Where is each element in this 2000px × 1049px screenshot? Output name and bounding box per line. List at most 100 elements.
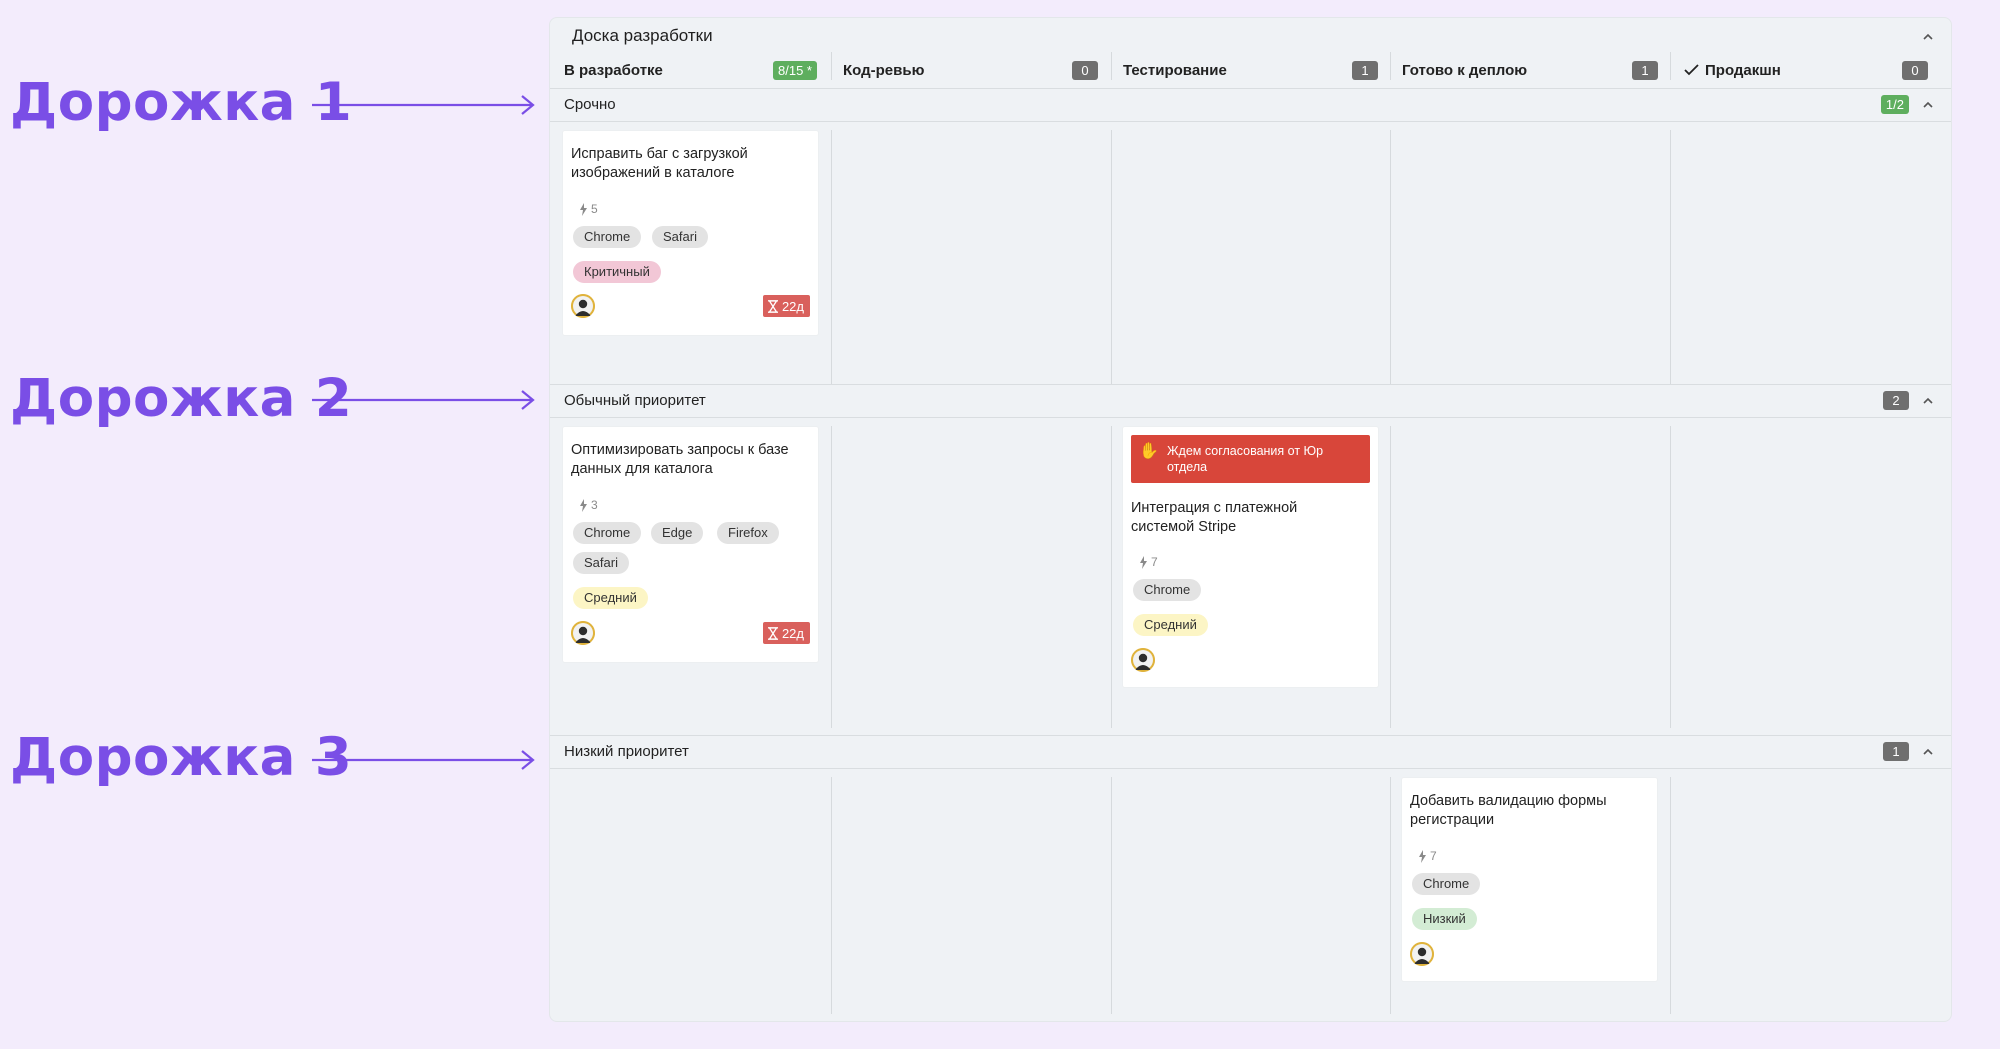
swimlane-wip-badge: 1/2: [1880, 95, 1909, 114]
column-production[interactable]: Продакшн 0: [1684, 55, 1940, 85]
story-points-value: 3: [591, 498, 598, 512]
task-card[interactable]: Добавить валидацию формы регистрации 7 C…: [1402, 778, 1657, 981]
column-divider: [1390, 777, 1391, 1014]
swimlane-low: Низкий приоритет 1 Добавить валидацию фо…: [550, 735, 1951, 1022]
browser-tag: Firefox: [717, 522, 779, 544]
column-name: Готово к деплою: [1402, 61, 1528, 79]
task-card[interactable]: Оптимизировать запросы к базе данных для…: [563, 427, 818, 662]
browser-tag: Chrome: [1412, 873, 1481, 895]
age-badge: 22д: [762, 622, 810, 644]
board-header: Доска разработки В разработке 8/15 * Код…: [550, 18, 1951, 88]
swimlane-urgent: Срочно 1/2 Исправить баг с загрузкой изо…: [550, 88, 1951, 393]
browser-tag: Chrome: [573, 522, 642, 544]
story-points-value: 7: [1151, 555, 1158, 569]
collapse-lane-chevron-up-icon[interactable]: [1921, 745, 1935, 759]
column-divider: [1111, 777, 1112, 1014]
story-points-value: 5: [591, 202, 598, 216]
swimlane-normal: Обычный приоритет 2 Оптимизировать запро…: [550, 384, 1951, 736]
swimlane-header[interactable]: Срочно 1/2: [550, 89, 1951, 122]
swimlane-title: Низкий приоритет: [564, 743, 689, 760]
kanban-board: Доска разработки В разработке 8/15 * Код…: [549, 17, 1952, 1022]
column-name: В разработке: [564, 61, 663, 79]
wip-limit-badge: 8/15 *: [773, 61, 817, 80]
annotation-lane-1: Дорожка 1: [10, 72, 353, 133]
count-badge: 1: [1352, 61, 1378, 80]
collapse-lane-chevron-up-icon[interactable]: [1921, 394, 1935, 408]
card-title: Исправить баг с загрузкой изображений в …: [571, 146, 748, 181]
lightning-icon: [580, 498, 587, 512]
arrow-lane-2: [312, 390, 535, 410]
story-points: 7: [1139, 555, 1158, 569]
assignee-avatar[interactable]: [571, 621, 595, 645]
lightning-icon: [1419, 849, 1426, 863]
priority-tag: Средний: [573, 587, 648, 609]
swimlane-body: Добавить валидацию формы регистрации 7 C…: [550, 769, 1951, 1022]
story-points-value: 7: [1430, 849, 1437, 863]
column-divider: [1390, 130, 1391, 385]
swimlane-count-badge: 2: [1883, 391, 1909, 410]
priority-tag: Низкий: [1412, 908, 1477, 930]
column-name: Тестирование: [1123, 61, 1227, 79]
blocked-reason: Ждем согласования от Юр отдела: [1167, 444, 1324, 474]
swimlane-title: Обычный приоритет: [564, 392, 706, 409]
column-divider: [831, 426, 832, 728]
collapse-board-chevron-up-icon[interactable]: [1921, 30, 1935, 44]
arrow-lane-1: [312, 95, 535, 115]
column-divider: [1390, 52, 1391, 80]
swimlane-header[interactable]: Низкий приоритет 1: [550, 736, 1951, 769]
column-divider: [1670, 426, 1671, 728]
column-divider: [1111, 52, 1112, 80]
count-badge: 0: [1072, 61, 1098, 80]
age-value: 22д: [781, 625, 804, 641]
priority-tag: Критичный: [573, 261, 661, 283]
column-code-review[interactable]: Код-ревью 0: [843, 55, 1110, 85]
swimlane-count-badge: 1: [1883, 742, 1909, 761]
column-in-progress[interactable]: В разработке 8/15 *: [564, 55, 829, 85]
column-divider: [1670, 52, 1671, 80]
assignee-avatar[interactable]: [1410, 942, 1434, 966]
lightning-icon: [580, 202, 587, 216]
story-points: 7: [1418, 849, 1437, 863]
check-icon: [1684, 64, 1699, 76]
column-divider: [1111, 130, 1112, 385]
swimlane-title: Срочно: [564, 96, 616, 113]
browser-tag: Safari: [573, 552, 629, 574]
column-ready-to-deploy[interactable]: Готово к деплою 1: [1402, 55, 1670, 85]
priority-tag: Средний: [1133, 614, 1208, 636]
hourglass-icon: [767, 299, 778, 313]
annotation-lane-2: Дорожка 2: [10, 368, 353, 429]
swimlane-body: Исправить баг с загрузкой изображений в …: [550, 122, 1951, 393]
column-divider: [831, 777, 832, 1014]
column-divider: [831, 52, 832, 80]
column-name: Код-ревью: [843, 61, 925, 79]
card-title: Интеграция с платежной системой Stripe: [1131, 500, 1298, 535]
card-title: Добавить валидацию формы регистрации: [1410, 793, 1607, 828]
column-divider: [1670, 777, 1671, 1014]
collapse-lane-chevron-up-icon[interactable]: [1921, 98, 1935, 112]
age-value: 22д: [781, 298, 804, 314]
task-card-blocked[interactable]: ✋ Ждем согласования от Юр отдела Интегра…: [1123, 427, 1378, 687]
story-points: 3: [579, 498, 598, 512]
column-name: Продакшн: [1705, 61, 1781, 79]
blocked-banner: ✋ Ждем согласования от Юр отдела: [1131, 435, 1370, 483]
count-badge: 1: [1632, 61, 1658, 80]
card-title: Оптимизировать запросы к базе данных для…: [571, 442, 789, 477]
column-divider: [831, 130, 832, 385]
browser-tag: Safari: [652, 226, 708, 248]
story-points: 5: [579, 202, 598, 216]
task-card[interactable]: Исправить баг с загрузкой изображений в …: [563, 131, 818, 335]
browser-tag: Chrome: [573, 226, 642, 248]
board-title: Доска разработки: [572, 26, 713, 45]
column-testing[interactable]: Тестирование 1: [1123, 55, 1390, 85]
count-badge: 0: [1902, 61, 1928, 80]
swimlane-header[interactable]: Обычный приоритет 2: [550, 385, 1951, 418]
browser-tag: Chrome: [1133, 579, 1202, 601]
age-badge: 22д: [762, 295, 810, 317]
column-name-wrap: Продакшн: [1684, 62, 1781, 79]
assignee-avatar[interactable]: [1131, 648, 1155, 672]
arrow-lane-3: [312, 750, 535, 770]
hand-stop-icon: ✋: [1139, 443, 1159, 460]
browser-tag: Edge: [651, 522, 704, 544]
column-divider: [1111, 426, 1112, 728]
assignee-avatar[interactable]: [571, 294, 595, 318]
